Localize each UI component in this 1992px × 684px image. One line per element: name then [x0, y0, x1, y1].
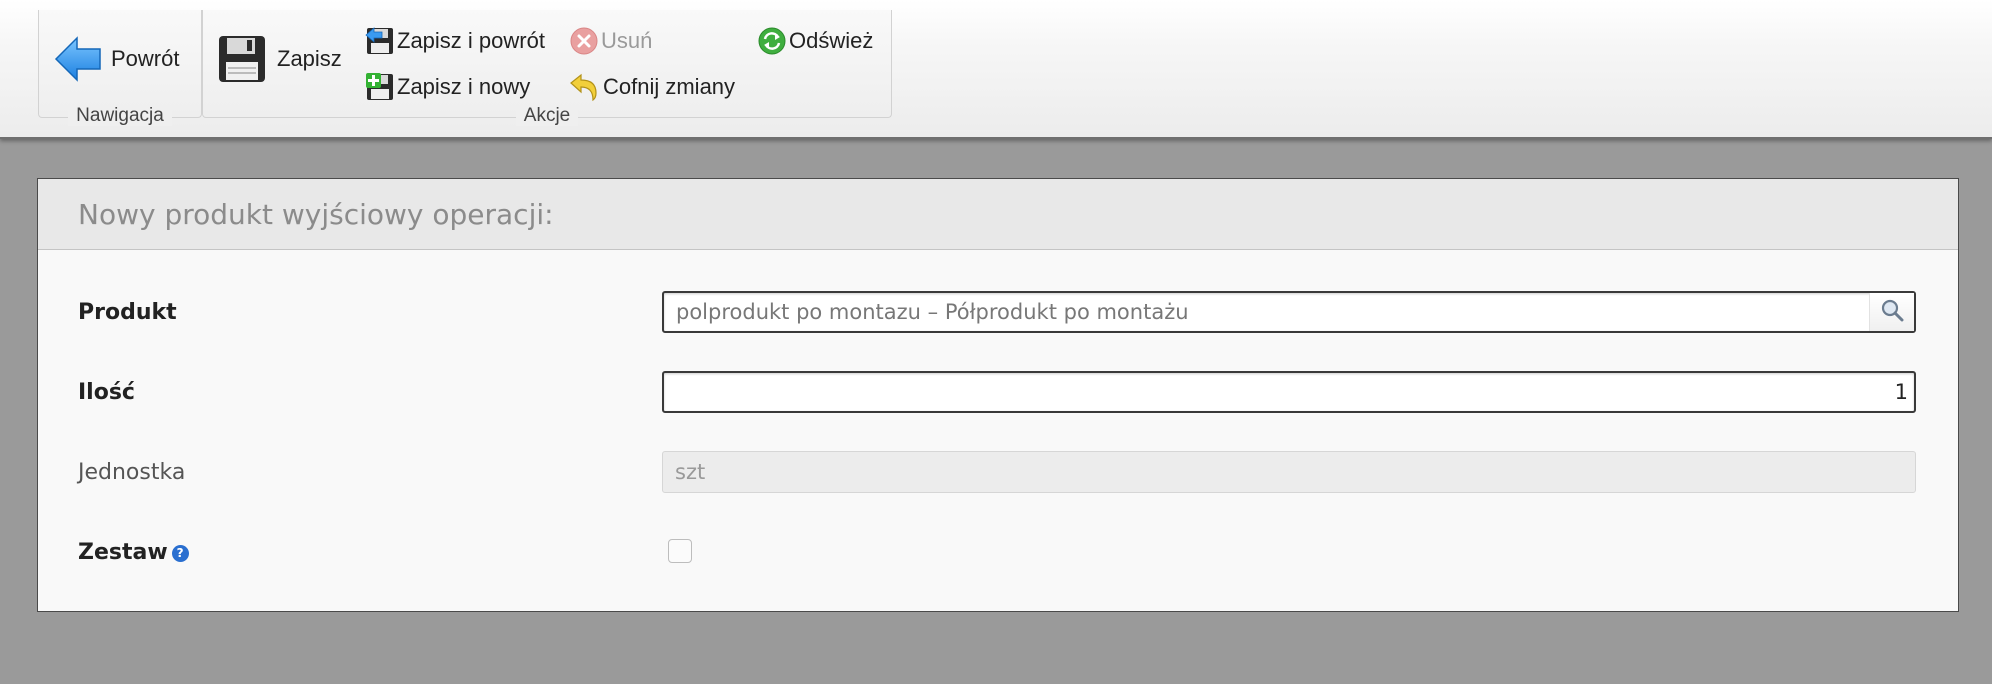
undo-changes-button[interactable]: Cofnij zmiany [569, 72, 735, 102]
set-label: Zestaw? [78, 531, 189, 575]
panel-header: Nowy produkt wyjściowy operacji: [38, 179, 1958, 250]
navigation-group-label: Nawigacja [39, 105, 201, 127]
quantity-row: Ilość 1 [38, 371, 1958, 415]
save-new-icon [365, 72, 395, 102]
product-value: polprodukt po montazu – Półprodukt po mo… [676, 300, 1189, 324]
search-button[interactable] [1869, 293, 1914, 331]
save-and-new-label: Zapisz i nowy [397, 74, 531, 99]
delete-button[interactable]: Usuń [569, 26, 652, 56]
save-button[interactable]: Zapisz [217, 34, 342, 84]
save-button-label: Zapisz [277, 46, 342, 71]
unit-value: szt [675, 460, 706, 484]
page-title: Nowy produkt wyjściowy operacji: [78, 197, 554, 231]
back-arrow-icon [53, 34, 103, 84]
quantity-value: 1 [1894, 380, 1908, 404]
delete-label: Usuń [601, 28, 653, 53]
quantity-input[interactable]: 1 [662, 371, 1916, 413]
unit-row: Jednostka szt [38, 451, 1958, 495]
product-label: Produkt [78, 300, 177, 325]
refresh-button[interactable]: Odśwież [757, 26, 873, 56]
save-back-icon [365, 26, 395, 56]
back-button[interactable]: Powrót [53, 34, 179, 84]
help-icon[interactable]: ? [171, 545, 189, 562]
undo-changes-label: Cofnij zmiany [603, 74, 736, 99]
product-lookup-field[interactable]: polprodukt po montazu – Półprodukt po mo… [662, 291, 1916, 333]
navigation-group: Powrót Nawigacja [38, 10, 202, 126]
unit-field: szt [662, 451, 1916, 493]
save-and-back-label: Zapisz i powrót [397, 28, 545, 53]
undo-arrow-icon [569, 72, 599, 102]
set-row: Zestaw? [38, 531, 1958, 575]
floppy-disk-icon [217, 34, 267, 84]
product-row: Produkt polprodukt po montazu – Półprodu… [38, 291, 1958, 335]
save-and-back-button[interactable]: Zapisz i powrót [365, 26, 545, 56]
ribbon-toolbar: Powrót Nawigacja Zapisz Zapisz i powrót … [0, 0, 1992, 139]
quantity-label: Ilość [78, 380, 135, 405]
set-checkbox[interactable] [668, 539, 692, 563]
back-button-label: Powrót [111, 46, 180, 71]
unit-label: Jednostka [78, 460, 186, 485]
refresh-icon [757, 26, 787, 56]
form-panel: Nowy produkt wyjściowy operacji: Produkt… [37, 178, 1959, 612]
actions-group-label: Akcje [203, 105, 891, 127]
actions-group: Zapisz Zapisz i powrót Zapisz i nowy Usu… [202, 10, 892, 126]
delete-icon [569, 26, 599, 56]
refresh-label: Odśwież [789, 28, 874, 53]
save-and-new-button[interactable]: Zapisz i nowy [365, 72, 530, 102]
search-icon [1880, 298, 1904, 327]
